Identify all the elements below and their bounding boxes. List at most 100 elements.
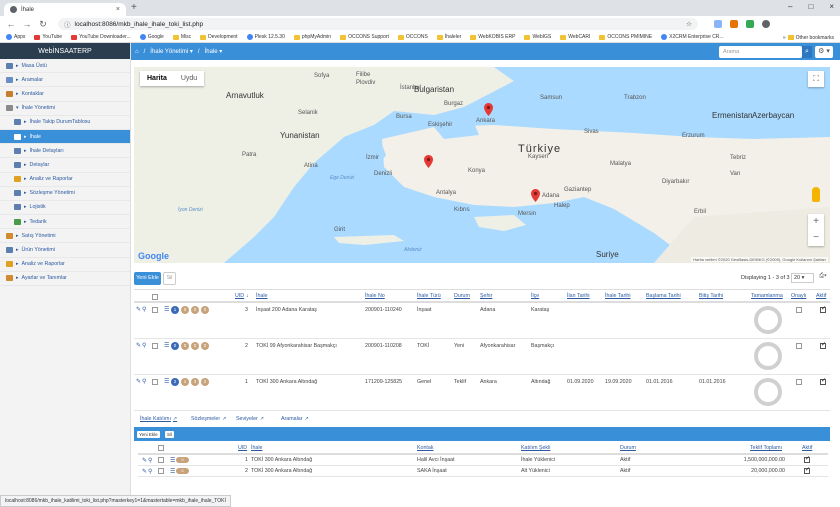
tab-seviyeler[interactable]: Seviyeler ↗	[236, 416, 264, 422]
detail-col-teklif-toplami[interactable]: Teklif Toplamı	[750, 445, 782, 451]
sidebar-item[interactable]: ▸ İhale	[0, 129, 130, 145]
onayli-checkbox[interactable]	[796, 307, 802, 313]
count-badge[interactable]: 0	[181, 342, 189, 350]
count-badge[interactable]: 0	[191, 342, 199, 350]
detail-col-kontak[interactable]: Kontak	[417, 445, 434, 451]
sidebar-item[interactable]: ▸ Aramalar	[0, 73, 130, 88]
col-durum[interactable]: Durum	[454, 293, 470, 299]
edit-icon[interactable]: ✎	[142, 457, 147, 464]
fullscreen-icon[interactable]: ⛶	[808, 71, 824, 87]
minimize-icon[interactable]: –	[788, 2, 792, 11]
map-button[interactable]: Harita	[140, 71, 174, 86]
detail-add-new-button[interactable]: Yeni Ekle	[137, 431, 160, 438]
sidebar-item[interactable]: ▸ Detaylar	[0, 158, 130, 173]
table-row[interactable]: ✎ ⚲ ☰ 0 0 0 0 2 TOKİ 99 Afyonkarahisar Başmakçı 2…	[134, 339, 830, 375]
bookmark[interactable]: WebIGS	[524, 34, 551, 40]
table-row[interactable]: ✎ ⚲ ☰ 1 0 0 0 3 İnşaat 200 Adana Karataş 200901-1…	[134, 303, 830, 339]
profile-icon[interactable]	[762, 20, 770, 28]
tab-ihale-katilimi[interactable]: İhale Katılımı ↗	[140, 416, 177, 422]
tab-aramalar[interactable]: Aramalar ↗	[281, 416, 309, 422]
count-badge[interactable]: 0	[181, 306, 189, 314]
sidebar-item[interactable]: ▸ İhale Takip DurumTablosu	[0, 116, 130, 130]
edit-icon[interactable]: ✎	[142, 468, 147, 475]
count-badge[interactable]: 1	[181, 378, 189, 386]
satellite-button[interactable]: Uydu	[174, 71, 204, 86]
col-ihale-turu[interactable]: İhale Türü	[417, 293, 441, 299]
extension-icon[interactable]	[714, 20, 722, 28]
export-icon[interactable]: ⎙▾	[816, 273, 830, 283]
forward-icon[interactable]: →	[22, 19, 32, 29]
count-badge[interactable]: 0	[201, 306, 209, 314]
sidebar-item[interactable]: ▸ Sözleşme Yönetimi	[0, 187, 130, 201]
page-size-select[interactable]: 20 ▾	[791, 273, 814, 283]
search-input[interactable]: Arama	[719, 46, 802, 58]
sidebar-item[interactable]: ▸ Satış Yönetimi	[0, 229, 130, 244]
count-badge[interactable]: 0	[176, 457, 189, 463]
bookmark[interactable]: OCCONS PMIMINE	[599, 34, 652, 40]
row-checkbox[interactable]	[158, 457, 164, 463]
zoom-out-icon[interactable]: −	[808, 230, 824, 246]
list-icon[interactable]: ☰	[170, 457, 175, 464]
detail-col-katilim-sekli[interactable]: Katılım Şekli	[521, 445, 550, 451]
list-icon[interactable]: ☰	[164, 342, 169, 349]
pegman-icon[interactable]	[812, 187, 820, 202]
edit-icon[interactable]: ✎	[136, 378, 141, 385]
sidebar-item[interactable]: ▸ Lojistik	[0, 201, 130, 216]
count-badge[interactable]: 2	[201, 378, 209, 386]
sidebar-item[interactable]: ▸ Ayarlar ve Tanımlar	[0, 272, 130, 286]
onayli-checkbox[interactable]	[796, 379, 802, 385]
search-icon[interactable]: ⌕	[802, 46, 812, 58]
sidebar-item[interactable]: ▾ İhale Yönetimi	[0, 102, 130, 116]
detail-select-all-checkbox[interactable]	[158, 445, 164, 451]
view-icon[interactable]: ⚲	[142, 378, 146, 385]
bookmark[interactable]: OCCONS Support	[340, 34, 389, 40]
extension-icon[interactable]	[730, 20, 738, 28]
detail-col-durum[interactable]: Durum	[620, 445, 636, 451]
count-badge[interactable]: 0	[201, 342, 209, 350]
detail-delete-button[interactable]: Sil	[165, 431, 175, 438]
breadcrumb-ihale-yonetimi[interactable]: İhale Yönetimi ▾	[150, 48, 193, 55]
aktif-checkbox[interactable]	[804, 466, 810, 474]
bookmark[interactable]: YouTube Downloader...	[71, 34, 131, 40]
reload-icon[interactable]: ↻	[38, 19, 48, 30]
bookmark[interactable]: X2CRM Enterprise CR...	[661, 34, 724, 40]
detail-col-aktif[interactable]: Aktif	[802, 445, 812, 451]
col-onayli[interactable]: Onaylı	[791, 293, 806, 299]
home-icon[interactable]: ⌂	[135, 49, 139, 55]
detail-col-ihale[interactable]: İhale	[251, 445, 263, 451]
col-aktif[interactable]: Aktif	[816, 293, 826, 299]
col-bitis-tarihi[interactable]: Bitiş Tarihi	[699, 293, 723, 299]
browser-tab[interactable]: İhale ×	[4, 3, 126, 16]
url-field[interactable]: ⓘ localhost:8086/mkb_ihale_ihale_toki_li…	[58, 18, 698, 30]
list-icon[interactable]: ☰	[170, 468, 175, 475]
bookmark[interactable]: OCCONS	[397, 34, 428, 40]
add-new-button[interactable]: Yeni Ekle	[134, 272, 161, 285]
sidebar-item[interactable]: ▸ İhale Detayları	[0, 144, 130, 159]
map-marker-icon[interactable]	[424, 155, 433, 168]
table-row[interactable]: ✎ ⚲ ☰ 2 1 3 2 1 TOKİ 300 Ankara Altındağ 171209-1…	[134, 375, 830, 411]
gear-icon[interactable]: ⚙ ▾	[815, 46, 833, 58]
star-icon[interactable]: ☆	[686, 20, 692, 28]
row-checkbox[interactable]	[152, 307, 158, 313]
col-tamamlanma[interactable]: Tamamlanma	[751, 293, 783, 299]
map[interactable]: Harita Uydu ⛶ + − Sofya Filibe Plovdiv Bulg…	[134, 67, 830, 263]
row-checkbox[interactable]	[158, 468, 164, 474]
sidebar-item[interactable]: ▸ Masa Üstü	[0, 59, 130, 74]
maximize-icon[interactable]: □	[808, 2, 813, 11]
edit-icon[interactable]: ✎	[136, 306, 141, 313]
view-icon[interactable]: ⚲	[148, 457, 152, 464]
col-baslama-tarihi[interactable]: Başlama Tarihi	[646, 293, 681, 299]
other-bookmarks[interactable]: » Other bookmarks	[778, 32, 834, 42]
sidebar-item[interactable]: ▸ Tedarik	[0, 215, 130, 230]
col-ihale-tarihi[interactable]: İhale Tarihi	[605, 293, 631, 299]
count-badge[interactable]: 0	[176, 468, 189, 474]
bookmark[interactable]: Apps	[6, 34, 25, 40]
count-badge[interactable]: 0	[171, 342, 179, 350]
aktif-checkbox[interactable]	[820, 305, 826, 313]
edit-icon[interactable]: ✎	[136, 342, 141, 349]
bookmark[interactable]: phpMyAdmin	[293, 34, 331, 40]
aktif-checkbox[interactable]	[820, 377, 826, 385]
col-ihale-no[interactable]: İhale No	[365, 293, 385, 299]
col-uid[interactable]: UID	[235, 293, 244, 299]
breadcrumb-ihale[interactable]: İhale ▾	[205, 48, 223, 55]
